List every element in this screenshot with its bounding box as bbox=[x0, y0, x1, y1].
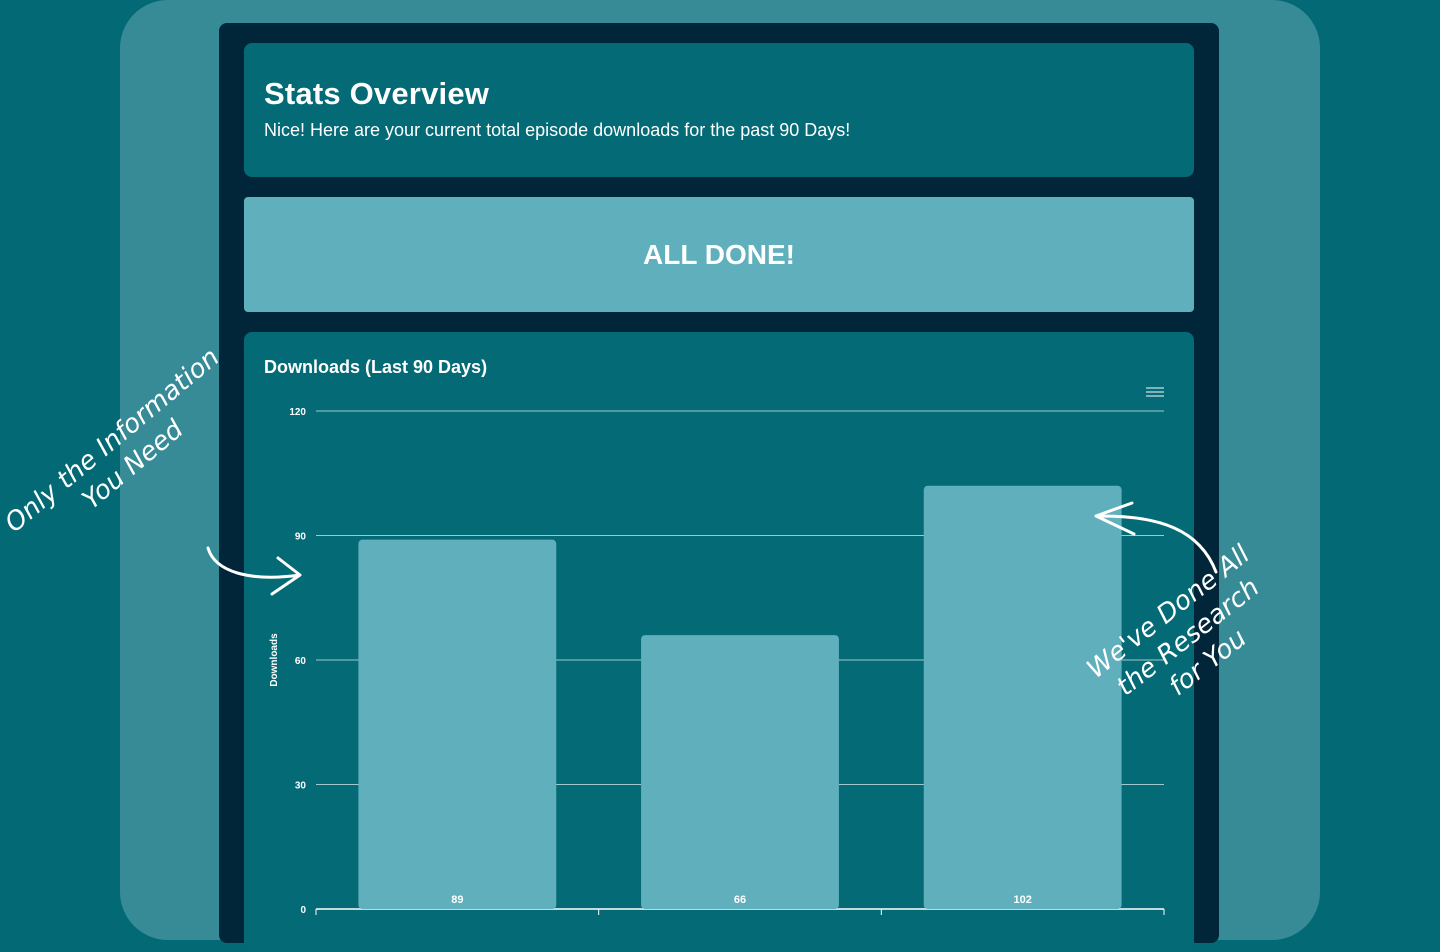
bar-data-label: 66 bbox=[734, 894, 746, 906]
stats-overview-card: Stats Overview Nice! Here are your curre… bbox=[244, 43, 1194, 177]
y-tick-label: 30 bbox=[295, 781, 307, 792]
bar bbox=[923, 485, 1122, 909]
y-tick-label: 60 bbox=[295, 656, 307, 667]
bar-data-label: 89 bbox=[451, 894, 463, 906]
bar bbox=[641, 635, 839, 909]
y-tick-label: 0 bbox=[300, 905, 306, 916]
y-tick-label: 120 bbox=[289, 407, 306, 418]
page-subtitle: Nice! Here are your current total episod… bbox=[264, 120, 851, 140]
all-done-button[interactable]: ALL DONE! bbox=[244, 197, 1194, 312]
y-axis-label: Downloads bbox=[269, 633, 280, 687]
bar-data-label: 102 bbox=[1013, 894, 1031, 906]
bar bbox=[358, 539, 557, 909]
y-tick-label: 90 bbox=[295, 532, 307, 543]
page-title: Stats Overview bbox=[264, 76, 490, 111]
downloads-chart-card: Downloads (Last 90 Days) 0 30 60 90 120 Downl… bbox=[244, 332, 1194, 952]
downloads-bar-chart: 0 30 60 90 120 Downloads 89 66 102 bbox=[269, 407, 1165, 916]
